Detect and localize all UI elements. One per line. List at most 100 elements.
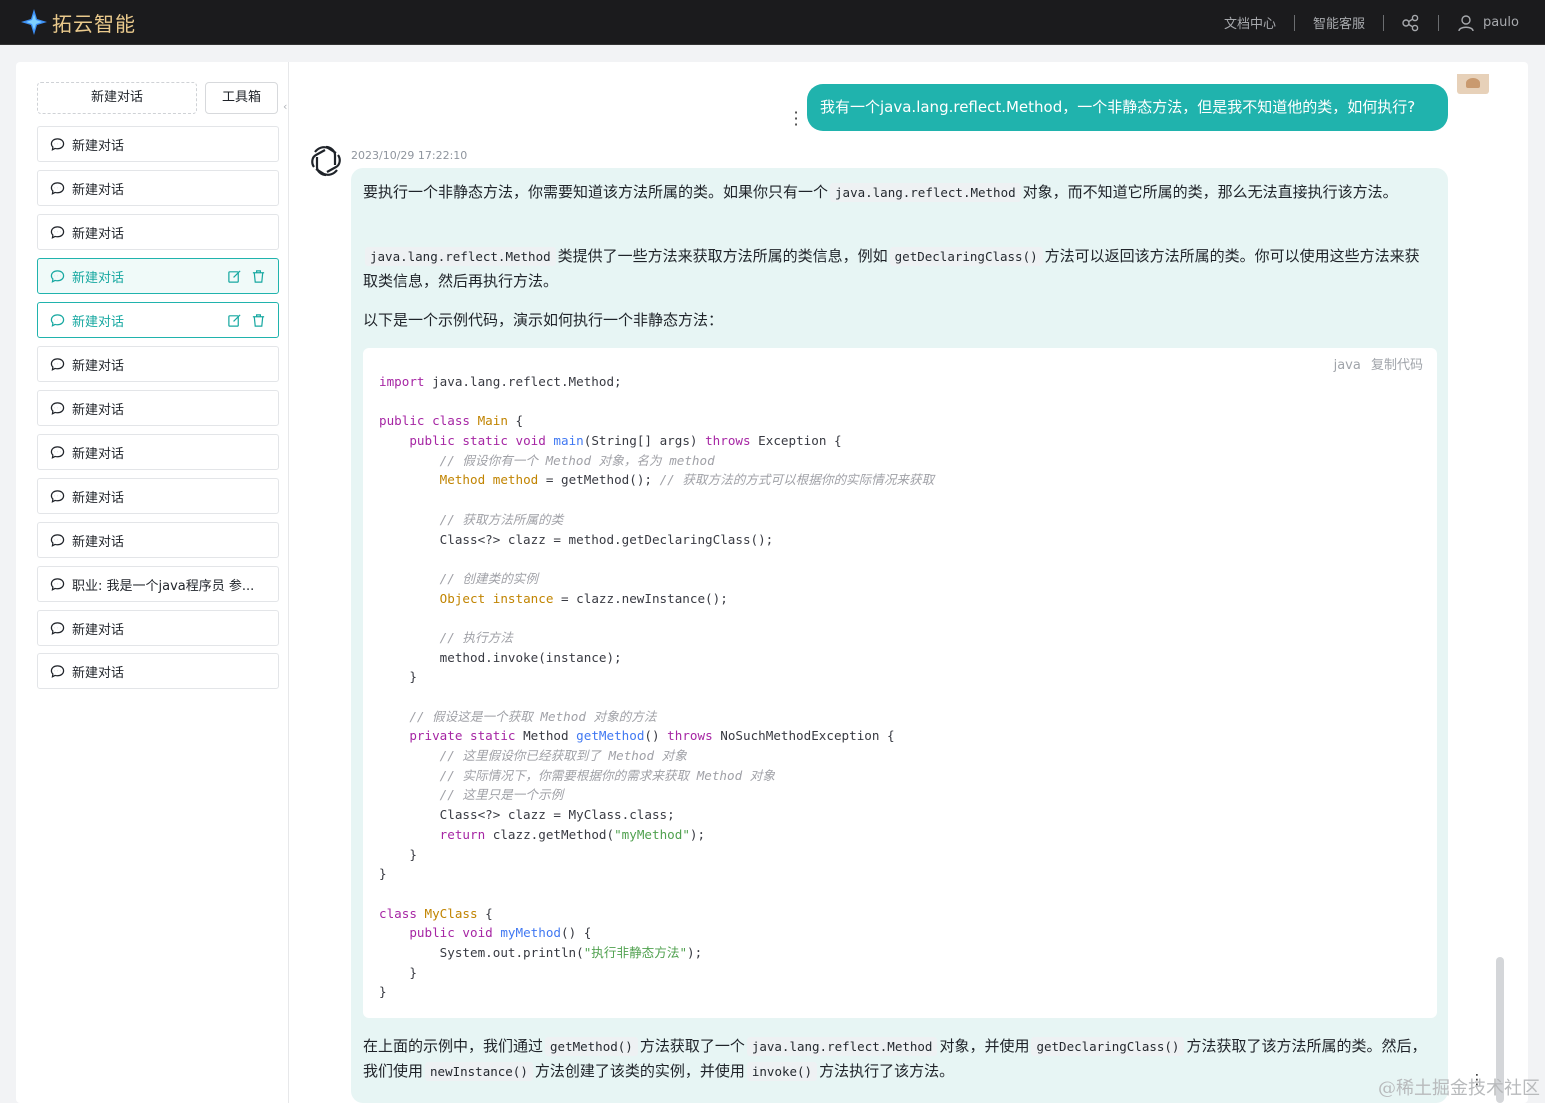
code-line: System.out.println("执行非静态方法"); [379, 943, 934, 963]
code-token: // 获取方法的方式可以根据你的实际情况来获取 [659, 472, 935, 488]
conversation-item[interactable]: 职业: 我是一个java程序员 参... [37, 566, 279, 602]
conversation-item[interactable]: 新建对话 [37, 302, 279, 338]
code-token: java.lang.reflect.Method; [424, 374, 622, 389]
conversation-item[interactable]: 新建对话 [37, 653, 279, 689]
text-span: 方法获取了一个 [639, 1037, 745, 1055]
delete-icon[interactable] [251, 269, 266, 284]
answer-paragraph: 要执行一个非静态方法，你需要知道该方法所属的类。如果你只有一个 java.lang… [363, 180, 1431, 205]
code-token: // 这里假设你已经获取到了 Method 对象 [439, 748, 687, 764]
code-token: // 创建类的实例 [439, 570, 538, 586]
code-token: (String[] args) [583, 433, 706, 449]
code-token: public void [409, 925, 501, 941]
answer-paragraph: java.lang.reflect.Method 类提供了一些方法来获取方法所属的… [363, 244, 1431, 293]
code-line: ​ [379, 608, 934, 628]
nav-divider [1382, 14, 1384, 31]
text-span: 类提供了一些方法来获取方法所属的类信息，例如 [557, 247, 888, 265]
conversation-actions [227, 313, 266, 328]
chat-bubble-icon [50, 445, 65, 460]
code-token: NoSuchMethodException { [712, 728, 895, 744]
conversation-item[interactable]: 新建对话 [37, 478, 279, 514]
conversation-item[interactable]: 新建对话 [37, 214, 279, 250]
share-icon[interactable] [1402, 14, 1420, 32]
main-card: 新建对话 工具箱 ‹ 新建对话 新建对话 新建对话 新建对话 新建对话 新建对话 新建对话新… [16, 62, 1528, 1103]
code-line: } [379, 982, 934, 1002]
text-span: 方法执行了该方法。 [819, 1062, 955, 1080]
chat-bubble-icon [50, 577, 65, 592]
text-span: 对象，并使用 [939, 1037, 1030, 1055]
code-block-header: java 复制代码 [1334, 354, 1423, 373]
code-line: } [379, 845, 934, 865]
nav-divider [1293, 14, 1295, 31]
conversation-label: 新建对话 [72, 402, 125, 418]
code-line: Method method = getMethod(); // 获取方法的方式可… [379, 470, 935, 490]
edit-icon[interactable] [227, 269, 242, 284]
code-token: import [379, 374, 425, 389]
conversation-item[interactable]: 新建对话 [37, 390, 279, 426]
code-token: // 假设这是一个获取 Method 对象的方法 [409, 708, 657, 724]
conversation-item[interactable]: 新建对话 [37, 346, 279, 382]
code-token: } [379, 846, 417, 862]
code-token: // 实际情况下，你需要根据你的需求来获取 Method 对象 [439, 767, 775, 783]
conversation-label: 新建对话 [72, 182, 125, 198]
edit-icon[interactable] [227, 313, 242, 328]
code-token: public class [379, 413, 478, 429]
assistant-message-bubble: 要执行一个非静态方法，你需要知道该方法所属的类。如果你只有一个 java.lang… [351, 168, 1448, 1103]
nav-support-link[interactable]: 智能客服 [1313, 13, 1365, 32]
conversation-item[interactable]: 新建对话 [37, 522, 279, 558]
watermark: @稀土掘金技术社区 [1378, 1078, 1540, 1099]
code-line: ​ [379, 687, 934, 707]
chat-bubble-icon [50, 621, 65, 636]
code-token: // 获取方法所属的类 [439, 511, 564, 527]
text-span: 在上面的示例中，我们通过 [363, 1037, 544, 1055]
conversation-label: 新建对话 [72, 665, 125, 681]
conversation-label: 新建对话 [72, 138, 125, 154]
code-line: // 获取方法所属的类 [379, 510, 934, 530]
answer-paragraph: 在上面的示例中，我们通过 getMethod() 方法获取了一个 java.lang.… [363, 1034, 1441, 1084]
code-token: // 假设你有一个 Method 对象，名为 method [439, 452, 715, 468]
code-token: } [379, 984, 387, 1000]
inline-code: invoke() [746, 1062, 818, 1081]
user-menu[interactable]: paulo [1457, 14, 1519, 32]
delete-icon[interactable] [251, 313, 266, 328]
conversation-item[interactable]: 新建对话 [37, 258, 279, 294]
copy-code-button[interactable]: 复制代码 [1371, 358, 1423, 373]
code-token: { [507, 413, 524, 429]
code-line: Class<?> clazz = method.getDeclaringClas… [379, 530, 934, 550]
conversation-item[interactable]: 新建对话 [37, 434, 279, 470]
code-token: main [553, 433, 584, 449]
nav-docs-link[interactable]: 文档中心 [1224, 13, 1276, 32]
conversation-label: 新建对话 [72, 270, 125, 286]
conversation-label: 新建对话 [72, 358, 125, 374]
code-token: Class<?> clazz = MyClass.class; [379, 807, 675, 823]
chat-bubble-icon [50, 225, 65, 240]
brand-logo[interactable]: 拓云智能 [20, 7, 136, 37]
toolbox-button[interactable]: 工具箱 [205, 82, 278, 114]
chevron-left-icon[interactable]: ‹ [283, 100, 287, 113]
code-token: Method method [439, 472, 539, 488]
code-line: // 这里只是一个示例 [379, 785, 934, 805]
code-line: } [379, 864, 934, 884]
code-token: throws [705, 433, 751, 449]
conversation-label: 新建对话 [72, 226, 125, 242]
conversation-item[interactable]: 新建对话 [37, 610, 279, 646]
code-token: method.invoke(instance); [379, 649, 622, 665]
code-line: // 假设你有一个 Method 对象，名为 method [379, 451, 934, 471]
code-token: { [477, 905, 493, 921]
code-token: () [644, 728, 668, 744]
new-chat-button[interactable]: 新建对话 [37, 82, 197, 114]
conversation-item[interactable]: 新建对话 [37, 170, 279, 206]
more-options-icon[interactable]: · · · [793, 105, 799, 133]
conversation-label: 新建对话 [72, 534, 125, 550]
code-token: getMethod [576, 728, 645, 744]
inline-code: java.lang.reflect.Method [746, 1037, 938, 1056]
inline-code: newInstance() [425, 1062, 533, 1081]
conversation-item[interactable]: 新建对话 [37, 126, 279, 162]
